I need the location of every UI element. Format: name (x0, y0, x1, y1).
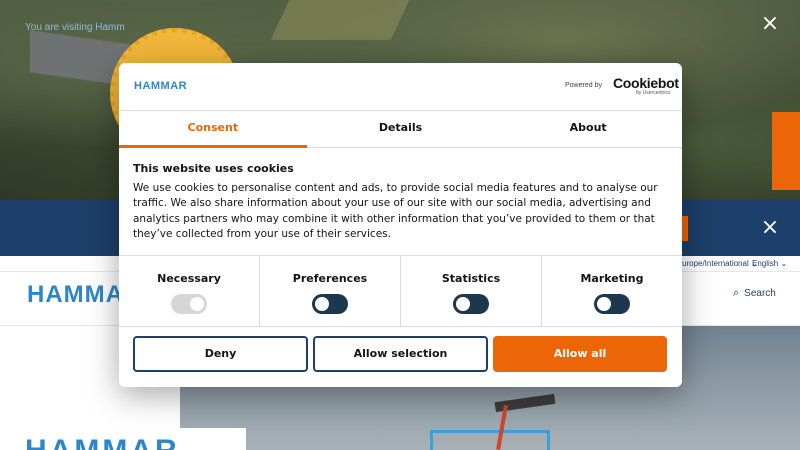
allow-all-button[interactable]: Allow all (493, 336, 667, 372)
dialog-logo-text: HAMMAR (134, 80, 188, 92)
consent-title: This website uses cookies (133, 162, 294, 175)
tab-about[interactable]: About (494, 111, 682, 147)
powered-by-label: Powered by (565, 82, 602, 89)
cookie-category-toggles: Necessary Preferences Statistics Marketi… (119, 255, 682, 327)
category-preferences: Preferences (260, 256, 401, 326)
tab-consent[interactable]: Consent (119, 111, 307, 148)
statistics-toggle[interactable] (453, 294, 489, 314)
cookie-consent-dialog: HAMMAR Powered by Cookiebot by Usercentr… (119, 63, 682, 387)
necessary-toggle (171, 294, 207, 314)
deny-button[interactable]: Deny (133, 336, 308, 372)
cookiebot-logo[interactable]: Cookiebot (613, 75, 679, 91)
toggle-knob (315, 297, 329, 311)
tab-details[interactable]: Details (307, 111, 495, 147)
toggle-knob (456, 297, 470, 311)
toggle-knob (597, 297, 611, 311)
category-label: Preferences (292, 272, 368, 285)
category-label: Necessary (157, 272, 221, 285)
dialog-header: HAMMAR Powered by Cookiebot by Usercentr… (119, 63, 682, 111)
dialog-logo: HAMMAR (133, 78, 203, 98)
toggle-knob (190, 297, 204, 311)
category-label: Marketing (580, 272, 644, 285)
dialog-tabs: Consent Details About (119, 111, 682, 148)
preferences-toggle[interactable] (312, 294, 348, 314)
usercentrics-label: by Usercentrics (636, 90, 671, 96)
category-necessary: Necessary (119, 256, 260, 326)
category-marketing: Marketing (542, 256, 682, 326)
consent-description: We use cookies to personalise content an… (133, 182, 658, 240)
category-statistics: Statistics (401, 256, 542, 326)
marketing-toggle[interactable] (594, 294, 630, 314)
category-label: Statistics (441, 272, 501, 285)
allow-selection-button[interactable]: Allow selection (313, 336, 488, 372)
